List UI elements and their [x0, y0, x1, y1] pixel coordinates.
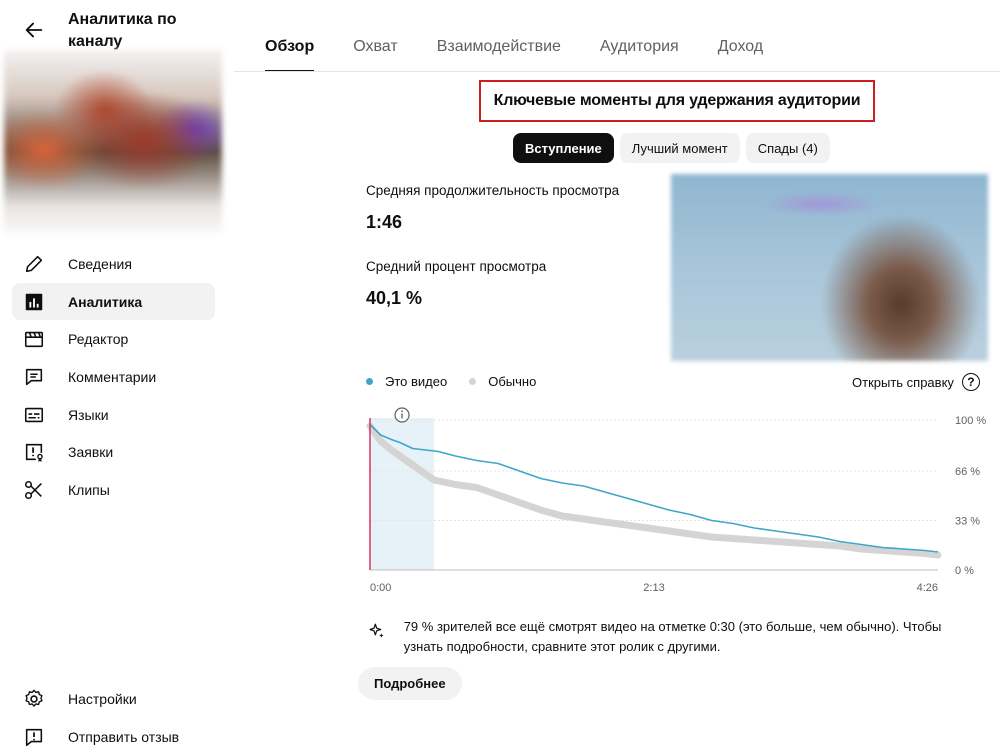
sidebar-item-label: Отправить отзыв [68, 728, 180, 745]
avg-duration-label: Средняя продолжительность просмотра [366, 183, 620, 198]
sidebar-item-label: Редактор [68, 331, 129, 348]
sidebar-item-label: Комментарии [68, 368, 157, 385]
moment-chips: Вступление Лучший момент Спады (4) [513, 133, 836, 163]
tab-audience[interactable]: Аудитория [600, 0, 679, 72]
help-link[interactable]: Открыть справку ? [852, 373, 980, 391]
sidebar-item-analytics[interactable]: Аналитика [12, 282, 215, 321]
avg-percent-value: 40,1 % [366, 288, 423, 308]
sidebar-bottom-nav: Настройки Отправить отзыв [12, 680, 215, 755]
series-typical [366, 422, 942, 559]
legend-label: Это видео [385, 374, 448, 389]
legend-dot-typical [469, 378, 477, 385]
x-tick-label: 4:26 [917, 582, 938, 594]
chip-top-moment[interactable]: Лучший момент [619, 133, 740, 163]
legend-typical: Обычно [469, 374, 536, 389]
back-button[interactable] [20, 16, 48, 44]
sidebar-item-claims[interactable]: Заявки [12, 433, 215, 471]
tabs-divider [234, 71, 1000, 72]
legend-dot-this-video [366, 378, 373, 385]
editor-icon [22, 327, 46, 351]
insight-text: 79 % зрителей все ещё смотрят видео на о… [403, 619, 942, 654]
legend-this-video: Это видео [366, 374, 447, 389]
tab-overview[interactable]: Обзор [265, 0, 315, 72]
y-tick-label: 0 % [955, 565, 974, 577]
info-icon-dot [401, 410, 403, 413]
tab-reach[interactable]: Охват [353, 0, 397, 72]
chip-dips[interactable]: Спады (4) [745, 133, 830, 163]
sidebar-item-comments[interactable]: Комментарии [12, 358, 215, 396]
sidebar: Аналитика по каналу Сведения Аналитика Р… [0, 0, 232, 756]
chip-intro[interactable]: Вступление [513, 133, 614, 163]
series-this-video [369, 423, 939, 553]
tab-engagement[interactable]: Взаимодействие [437, 0, 561, 72]
x-tick-label: 2:13 [643, 582, 664, 594]
y-tick-label: 100 % [955, 415, 986, 427]
sparkle-icon [369, 623, 384, 638]
video-preview[interactable] [671, 174, 988, 361]
channel-thumbnail[interactable] [4, 50, 222, 234]
sidebar-item-clips[interactable]: Клипы [12, 471, 215, 509]
sidebar-item-feedback[interactable]: Отправить отзыв [12, 718, 215, 756]
help-link-label: Открыть справку [852, 374, 954, 390]
sidebar-item-label: Сведения [68, 255, 132, 272]
scissors-icon [22, 478, 46, 502]
more-button[interactable]: Подробнее [358, 667, 462, 700]
sidebar-item-label: Языки [68, 406, 109, 423]
analytics-tabs: Обзор Охват Взаимодействие Аудитория Дох… [265, 0, 802, 72]
avg-duration-value: 1:46 [366, 212, 403, 232]
arrow-left-icon [25, 22, 43, 38]
sidebar-item-label: Заявки [68, 444, 114, 461]
y-tick-label: 33 % [955, 516, 980, 528]
insight: 79 % зрителей все ещё смотрят видео на о… [366, 617, 966, 657]
comment-icon [22, 365, 46, 389]
sidebar-item-details[interactable]: Сведения [12, 245, 215, 283]
x-tick-label: 0:00 [370, 582, 391, 594]
tab-revenue[interactable]: Доход [718, 0, 763, 72]
claims-icon [22, 440, 46, 464]
sidebar-item-label: Настройки [68, 690, 137, 707]
legend-label: Обычно [488, 374, 537, 389]
feedback-icon [22, 725, 46, 749]
sidebar-item-label: Аналитика [68, 293, 143, 310]
sidebar-item-settings[interactable]: Настройки [12, 680, 215, 718]
analytics-icon [22, 290, 46, 314]
retention-chart[interactable]: 100 % 66 % 33 % 0 % 0:00 2:13 4:26 [360, 402, 1000, 602]
help-icon: ? [961, 373, 980, 391]
chart-legend: Это видео Обычно [366, 374, 558, 389]
y-tick-label: 66 % [955, 466, 980, 478]
avg-percent-label: Средний процент просмотра [366, 259, 547, 274]
sidebar-item-editor[interactable]: Редактор [12, 320, 215, 358]
subtitles-icon [22, 403, 46, 427]
sidebar-title: Аналитика по каналу [68, 11, 177, 50]
sidebar-nav: Сведения Аналитика Редактор Комментарии … [12, 245, 215, 509]
pencil-icon [22, 252, 46, 276]
gear-icon [22, 687, 46, 711]
sidebar-item-languages[interactable]: Языки [12, 396, 215, 434]
sidebar-item-label: Клипы [68, 481, 110, 498]
section-title: Ключевые моменты для удержания аудитории [479, 80, 875, 122]
